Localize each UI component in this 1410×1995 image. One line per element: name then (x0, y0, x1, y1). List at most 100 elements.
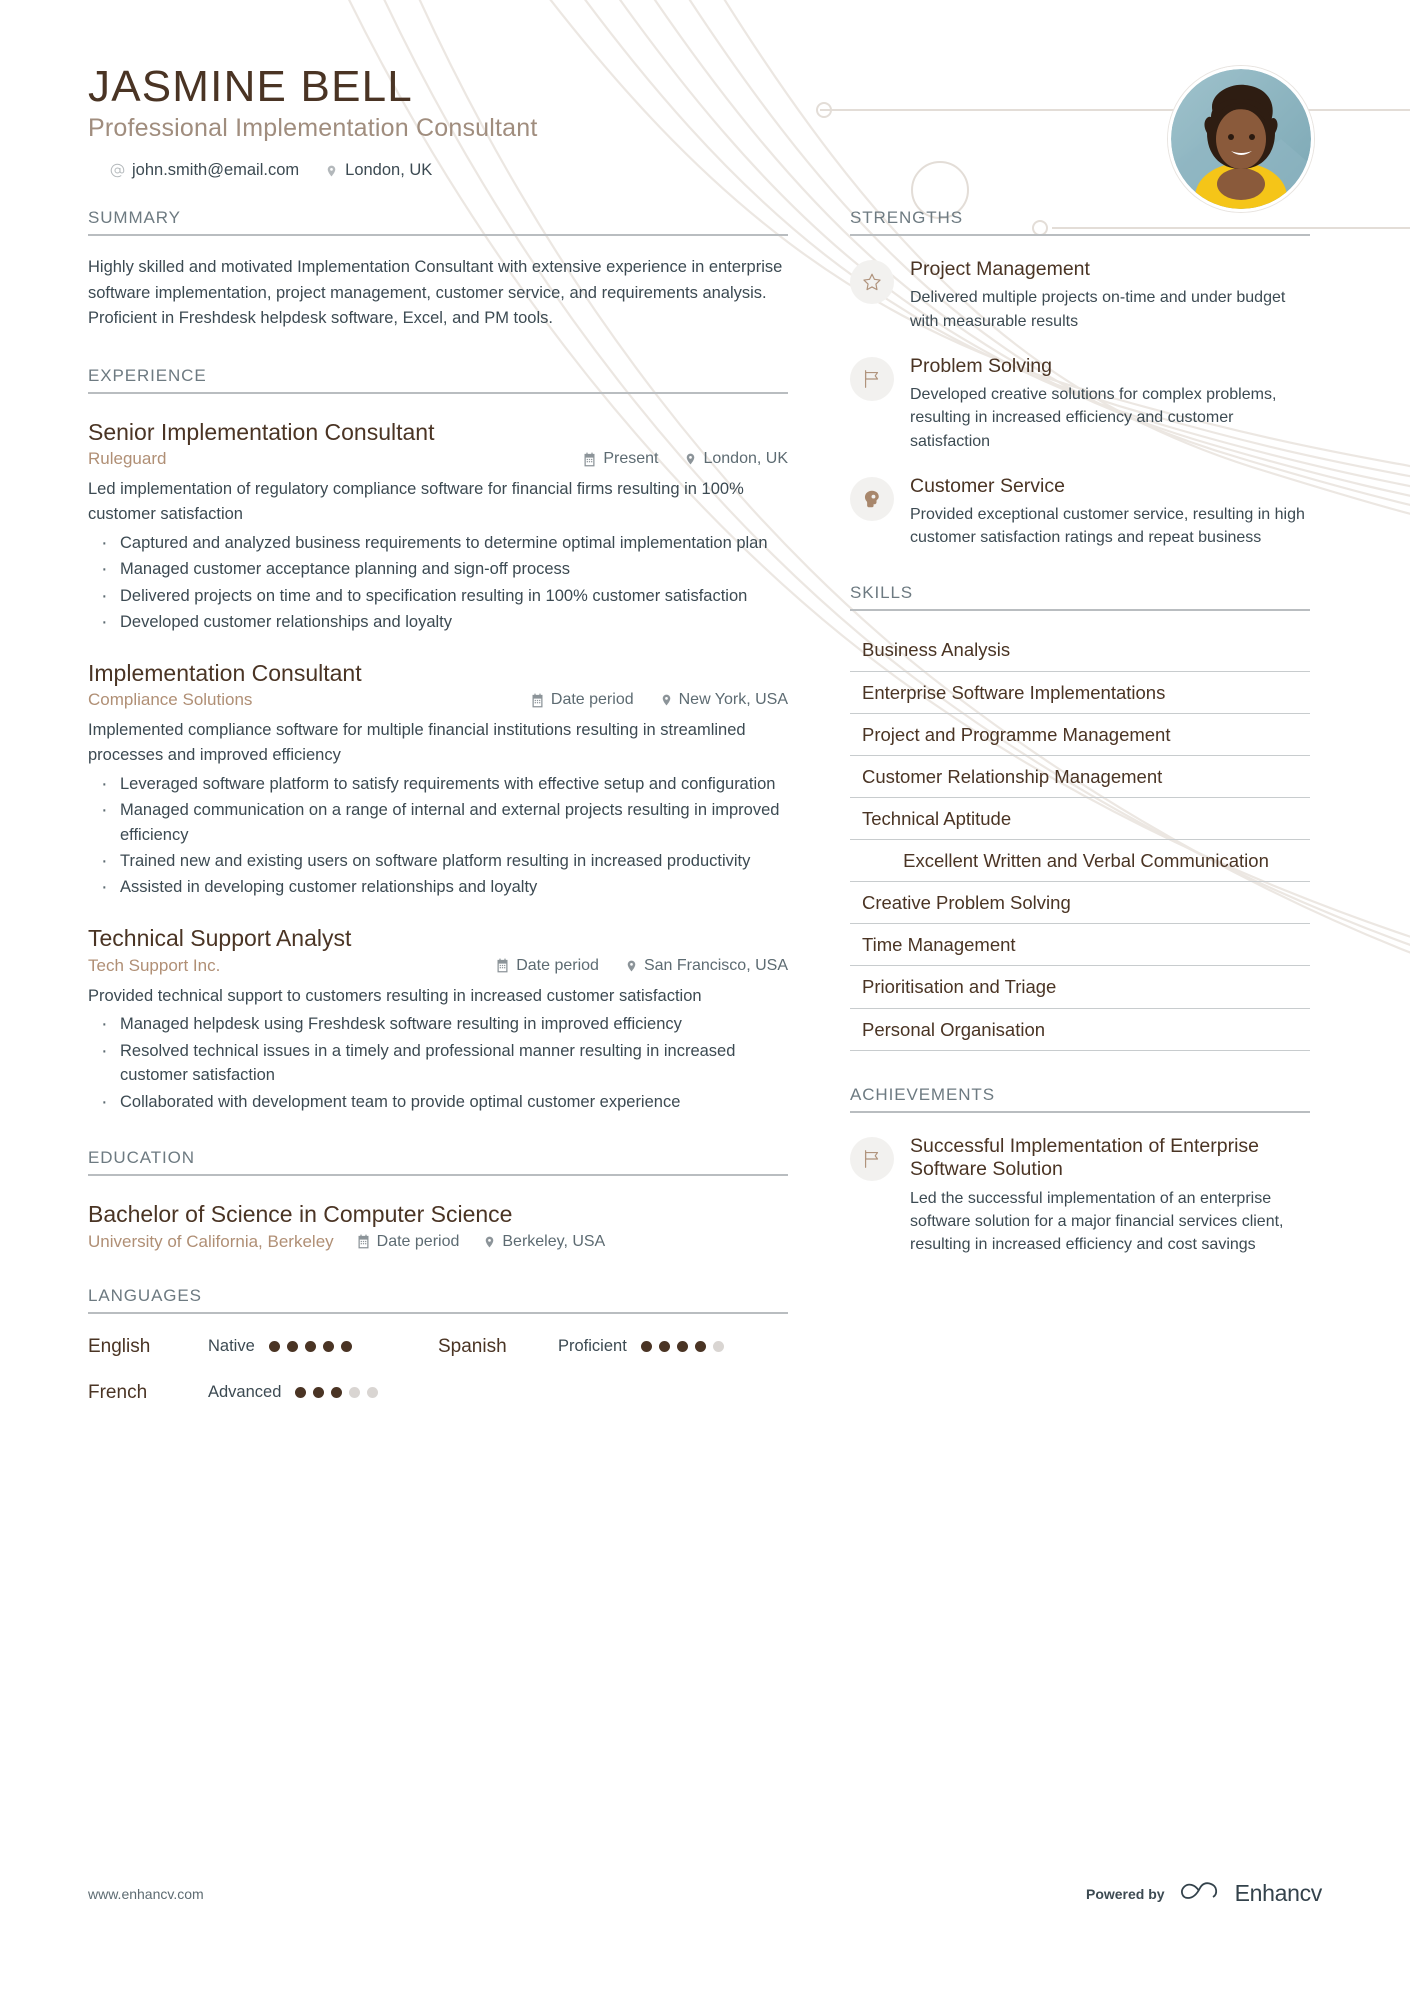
calendar-icon (495, 958, 510, 973)
skill-item: Enterprise Software Implementations (850, 672, 1310, 714)
education-degree: Bachelor of Science in Computer Science (88, 1200, 513, 1227)
language-rating (640, 1341, 724, 1353)
head-profile-icon (850, 476, 894, 521)
experience-bullet: Managed communication on a range of inte… (88, 796, 788, 847)
language-rating (268, 1341, 352, 1353)
language-rating-dot (367, 1387, 379, 1399)
flag-icon (850, 356, 894, 401)
strength-title: Problem Solving (910, 354, 1052, 377)
section-achievements: ACHIEVEMENTS Successful Implementation o… (850, 1085, 1310, 1256)
experience-bullet: Delivered projects on time and to specif… (88, 582, 788, 612)
skill-item: Customer Relationship Management (850, 756, 1310, 798)
strength-item: Problem Solving Developed creative soluti… (850, 355, 1310, 453)
achievement-title: Successful Implementation of Enterprise … (910, 1134, 1260, 1181)
experience-entry: Technical Support Analyst Tech Support In… (88, 924, 788, 1118)
education-school: University of California, Berkeley (88, 1231, 334, 1251)
section-strengths: STRENGTHS Project Management Delivered mu… (850, 208, 1310, 549)
experience-bullet: Assisted in developing customer relation… (88, 873, 788, 903)
strength-description: Developed creative solutions for complex… (910, 386, 1277, 450)
language-level: Native (208, 1337, 255, 1356)
education-location: Berkeley, USA (483, 1233, 605, 1251)
experience-company: Tech Support Inc. (88, 955, 221, 975)
map-pin-icon (660, 692, 673, 708)
contact-location: London, UK (325, 161, 432, 180)
experience-company: Compliance Solutions (88, 690, 253, 710)
language-rating-dot (295, 1387, 307, 1399)
achievement-description: Led the successful implementation of an … (910, 1189, 1284, 1253)
strength-item: Customer Service Provided exceptional cus… (850, 475, 1310, 550)
section-title-skills: SKILLS (850, 583, 1310, 612)
section-title-summary: SUMMARY (88, 208, 788, 236)
contact-location-text: London, UK (345, 161, 433, 180)
strength-description: Provided exceptional customer service, r… (910, 506, 1305, 547)
experience-location-text: San Francisco, USA (643, 956, 788, 974)
experience-location-text: London, UK (703, 450, 788, 468)
skill-item: Time Management (850, 924, 1310, 967)
experience-bullet: Captured and analyzed business requireme… (88, 529, 788, 559)
language-rating-dot (349, 1387, 361, 1399)
experience-description: Implemented compliance software for mult… (88, 721, 746, 765)
language-rating-dot (676, 1341, 688, 1353)
calendar-icon (356, 1234, 371, 1249)
at-sign-icon (110, 163, 125, 178)
resume-columns: SUMMARY Highly skilled and motivated Imp… (88, 208, 1322, 1428)
language-level: Proficient (558, 1337, 627, 1356)
experience-meta: Ruleguard Present London, UK (88, 449, 788, 469)
experience-role: Senior Implementation Consultant (88, 418, 435, 445)
brand-name: Enhancv (1234, 1880, 1323, 1906)
skill-item: Prioritisation and Triage (850, 966, 1310, 1009)
experience-bullet: Leveraged software platform to satisfy r… (88, 770, 788, 800)
education-location-text: Berkeley, USA (502, 1232, 606, 1250)
language-rating-dot (694, 1341, 706, 1353)
avatar (1168, 66, 1314, 212)
experience-bullet-list: Leveraged software platform to satisfy r… (88, 770, 788, 904)
language-name: French (88, 1381, 148, 1403)
skill-item: Excellent Written and Verbal Communicati… (850, 840, 1310, 883)
experience-date: Present (582, 450, 658, 468)
experience-date-text: Date period (550, 691, 634, 709)
right-column: STRENGTHS Project Management Delivered mu… (850, 208, 1310, 1428)
section-summary: SUMMARY Highly skilled and motivated Imp… (88, 208, 788, 332)
education-date-text: Date period (376, 1232, 460, 1250)
experience-meta: Tech Support Inc. Date period San Francisc… (88, 956, 788, 976)
section-title-strengths: STRENGTHS (850, 208, 1310, 236)
experience-company: Ruleguard (88, 449, 167, 469)
education-entry: Bachelor of Science in Computer Science U… (88, 1200, 788, 1252)
skill-item: Personal Organisation (850, 1009, 1310, 1051)
language-rating-dot (712, 1341, 724, 1353)
strength-item: Project Management Delivered multiple pro… (850, 258, 1310, 333)
resume-header: JASMINE BELL Professional Implementation… (88, 0, 1322, 212)
skill-item: Business Analysis (850, 629, 1310, 672)
experience-bullet: Developed customer relationships and loy… (88, 608, 788, 638)
flag-icon (850, 1136, 894, 1181)
contact-row: john.smith@email.com London, UK (88, 161, 1322, 180)
section-experience: EXPERIENCE Senior Implementation Consult… (88, 366, 788, 1118)
section-title-languages: LANGUAGES (88, 1286, 788, 1314)
calendar-icon (582, 452, 597, 467)
education-date: Date period (356, 1232, 460, 1251)
skill-item: Creative Problem Solving (850, 882, 1310, 925)
experience-meta: Compliance Solutions Date period New York,… (88, 690, 788, 710)
left-column: SUMMARY Highly skilled and motivated Imp… (88, 208, 788, 1428)
footer-url[interactable]: www.enhancv.com (88, 1886, 204, 1902)
language-item: French Advanced (88, 1382, 438, 1404)
experience-date-text: Date period (516, 956, 599, 974)
resume-page: JASMINE BELL Professional Implementation… (0, 0, 1410, 1995)
infinity-logo-icon (1179, 1880, 1221, 1907)
language-level: Advanced (208, 1383, 282, 1402)
strength-description: Delivered multiple projects on-time and … (910, 289, 1286, 330)
experience-location: San Francisco, USA (625, 957, 788, 975)
skill-item: Project and Programme Management (850, 714, 1310, 756)
experience-bullet: Resolved technical issues in a timely an… (88, 1037, 788, 1088)
map-pin-icon (325, 163, 338, 179)
experience-date: Date period (530, 691, 634, 709)
language-rating-dot (304, 1341, 316, 1353)
skill-item: Technical Aptitude (850, 798, 1310, 841)
contact-email[interactable]: john.smith@email.com (110, 161, 299, 180)
experience-location: London, UK (684, 450, 788, 468)
powered-by-label: Powered by (1085, 1885, 1165, 1902)
language-rating-dot (340, 1341, 352, 1353)
language-rating-dot (640, 1341, 652, 1353)
language-name: Spanish (438, 1335, 507, 1357)
language-rating-dot (268, 1341, 280, 1353)
